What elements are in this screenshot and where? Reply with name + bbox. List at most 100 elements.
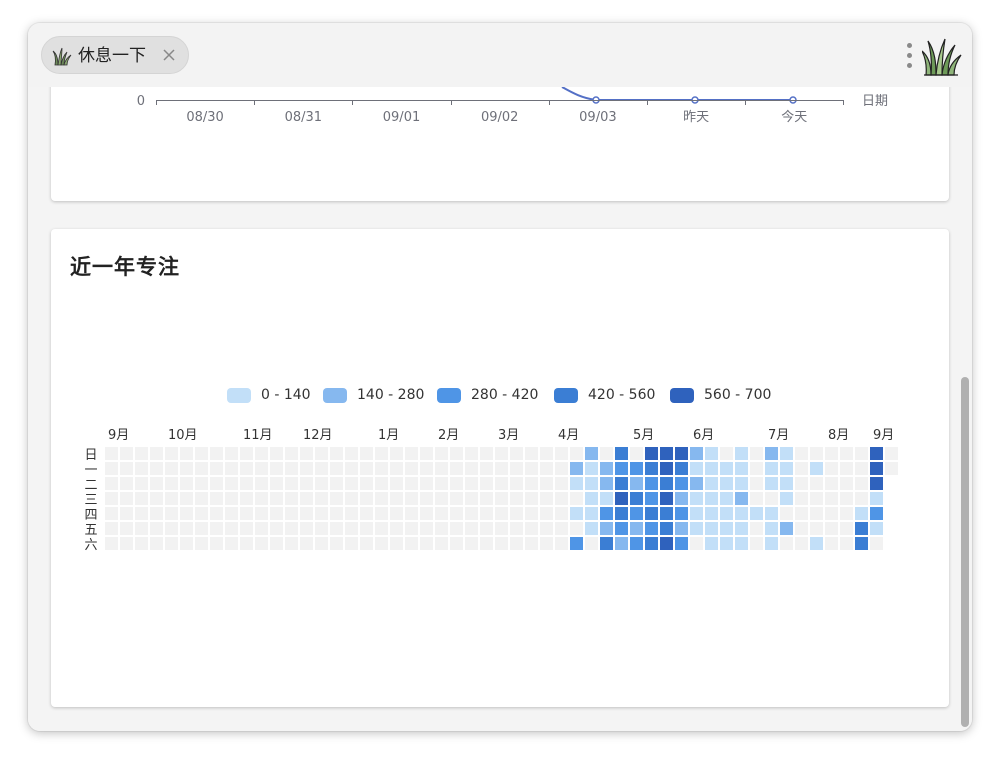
heatmap-cell[interactable] xyxy=(360,447,373,460)
heatmap-cell[interactable] xyxy=(690,522,703,535)
heatmap-cell[interactable] xyxy=(270,537,283,550)
heatmap-cell[interactable] xyxy=(105,447,118,460)
heatmap-cell[interactable] xyxy=(840,462,853,475)
heatmap-cell[interactable] xyxy=(870,462,883,475)
heatmap-cell[interactable] xyxy=(450,537,463,550)
heatmap-cell[interactable] xyxy=(150,462,163,475)
heatmap-cell[interactable] xyxy=(330,507,343,520)
heatmap-cell[interactable] xyxy=(180,492,193,505)
heatmap-cell[interactable] xyxy=(705,522,718,535)
heatmap-cell[interactable] xyxy=(240,477,253,490)
heatmap-cell[interactable] xyxy=(195,537,208,550)
heatmap-cell[interactable] xyxy=(240,447,253,460)
heatmap-cell[interactable] xyxy=(165,507,178,520)
heatmap-cell[interactable] xyxy=(570,522,583,535)
heatmap-cell[interactable] xyxy=(450,462,463,475)
heatmap-cell[interactable] xyxy=(465,492,478,505)
heatmap-cell[interactable] xyxy=(765,522,778,535)
heatmap-cell[interactable] xyxy=(300,462,313,475)
close-icon[interactable] xyxy=(162,48,176,62)
heatmap-cell[interactable] xyxy=(195,522,208,535)
heatmap-cell[interactable] xyxy=(375,492,388,505)
heatmap-cell[interactable] xyxy=(615,447,628,460)
heatmap-cell[interactable] xyxy=(855,462,868,475)
heatmap-cell[interactable] xyxy=(615,462,628,475)
heatmap-cell[interactable] xyxy=(810,462,823,475)
heatmap-cell[interactable] xyxy=(405,447,418,460)
heatmap-cell[interactable] xyxy=(825,507,838,520)
heatmap-cell[interactable] xyxy=(840,492,853,505)
heatmap-cell[interactable] xyxy=(525,507,538,520)
heatmap-cell[interactable] xyxy=(285,477,298,490)
heatmap-cell[interactable] xyxy=(285,537,298,550)
heatmap-cell[interactable] xyxy=(270,462,283,475)
heatmap-cell[interactable] xyxy=(630,522,643,535)
heatmap-cell[interactable] xyxy=(825,537,838,550)
heatmap-cell[interactable] xyxy=(615,537,628,550)
heatmap-cell[interactable] xyxy=(270,447,283,460)
heatmap-cell[interactable] xyxy=(225,492,238,505)
heatmap-cell[interactable] xyxy=(795,537,808,550)
heatmap-cell[interactable] xyxy=(600,537,613,550)
heatmap-cell[interactable] xyxy=(750,477,763,490)
heatmap-cell[interactable] xyxy=(285,492,298,505)
heatmap-cell[interactable] xyxy=(525,477,538,490)
heatmap-cell[interactable] xyxy=(435,477,448,490)
heatmap-cell[interactable] xyxy=(840,507,853,520)
heatmap-cell[interactable] xyxy=(600,507,613,520)
heatmap-cell[interactable] xyxy=(795,477,808,490)
heatmap-cell[interactable] xyxy=(495,522,508,535)
heatmap-cell[interactable] xyxy=(390,477,403,490)
heatmap-cell[interactable] xyxy=(255,492,268,505)
heatmap-cell[interactable] xyxy=(540,537,553,550)
heatmap-cell[interactable] xyxy=(735,492,748,505)
heatmap-cell[interactable] xyxy=(405,507,418,520)
heatmap-cell[interactable] xyxy=(660,522,673,535)
heatmap-cell[interactable] xyxy=(555,477,568,490)
heatmap-cell[interactable] xyxy=(825,462,838,475)
heatmap-cell[interactable] xyxy=(390,462,403,475)
heatmap-cell[interactable] xyxy=(420,477,433,490)
heatmap-cell[interactable] xyxy=(345,477,358,490)
heatmap-cell[interactable] xyxy=(285,522,298,535)
heatmap-cell[interactable] xyxy=(300,537,313,550)
tab-break[interactable]: 休息一下 xyxy=(41,36,189,74)
heatmap-cell[interactable] xyxy=(165,522,178,535)
heatmap-cell[interactable] xyxy=(420,462,433,475)
heatmap-cell[interactable] xyxy=(240,537,253,550)
heatmap-cell[interactable] xyxy=(405,492,418,505)
heatmap-cell[interactable] xyxy=(120,537,133,550)
heatmap-cell[interactable] xyxy=(390,537,403,550)
heatmap-cell[interactable] xyxy=(105,477,118,490)
heatmap-cell[interactable] xyxy=(600,492,613,505)
heatmap-cell[interactable] xyxy=(270,492,283,505)
heatmap-cell[interactable] xyxy=(135,447,148,460)
heatmap-cell[interactable] xyxy=(870,522,883,535)
heatmap-cell[interactable] xyxy=(495,462,508,475)
heatmap-cell[interactable] xyxy=(780,492,793,505)
heatmap-cell[interactable] xyxy=(135,492,148,505)
heatmap-cell[interactable] xyxy=(690,537,703,550)
heatmap-cell[interactable] xyxy=(585,507,598,520)
heatmap-cell[interactable] xyxy=(465,537,478,550)
heatmap-cell[interactable] xyxy=(150,477,163,490)
heatmap-cell[interactable] xyxy=(525,522,538,535)
heatmap-cell[interactable] xyxy=(570,492,583,505)
heatmap-cell[interactable] xyxy=(705,462,718,475)
heatmap-cell[interactable] xyxy=(285,507,298,520)
heatmap-cell[interactable] xyxy=(330,447,343,460)
heatmap-cell[interactable] xyxy=(240,492,253,505)
heatmap-cell[interactable] xyxy=(345,537,358,550)
heatmap-cell[interactable] xyxy=(615,507,628,520)
heatmap-cell[interactable] xyxy=(210,522,223,535)
heatmap-cell[interactable] xyxy=(165,477,178,490)
heatmap-cell[interactable] xyxy=(180,447,193,460)
heatmap-cell[interactable] xyxy=(255,522,268,535)
heatmap-cell[interactable] xyxy=(210,507,223,520)
heatmap-cell[interactable] xyxy=(720,462,733,475)
heatmap-cell[interactable] xyxy=(120,477,133,490)
heatmap-cell[interactable] xyxy=(270,477,283,490)
heatmap-cell[interactable] xyxy=(780,537,793,550)
heatmap-cell[interactable] xyxy=(195,477,208,490)
heatmap-cell[interactable] xyxy=(330,462,343,475)
